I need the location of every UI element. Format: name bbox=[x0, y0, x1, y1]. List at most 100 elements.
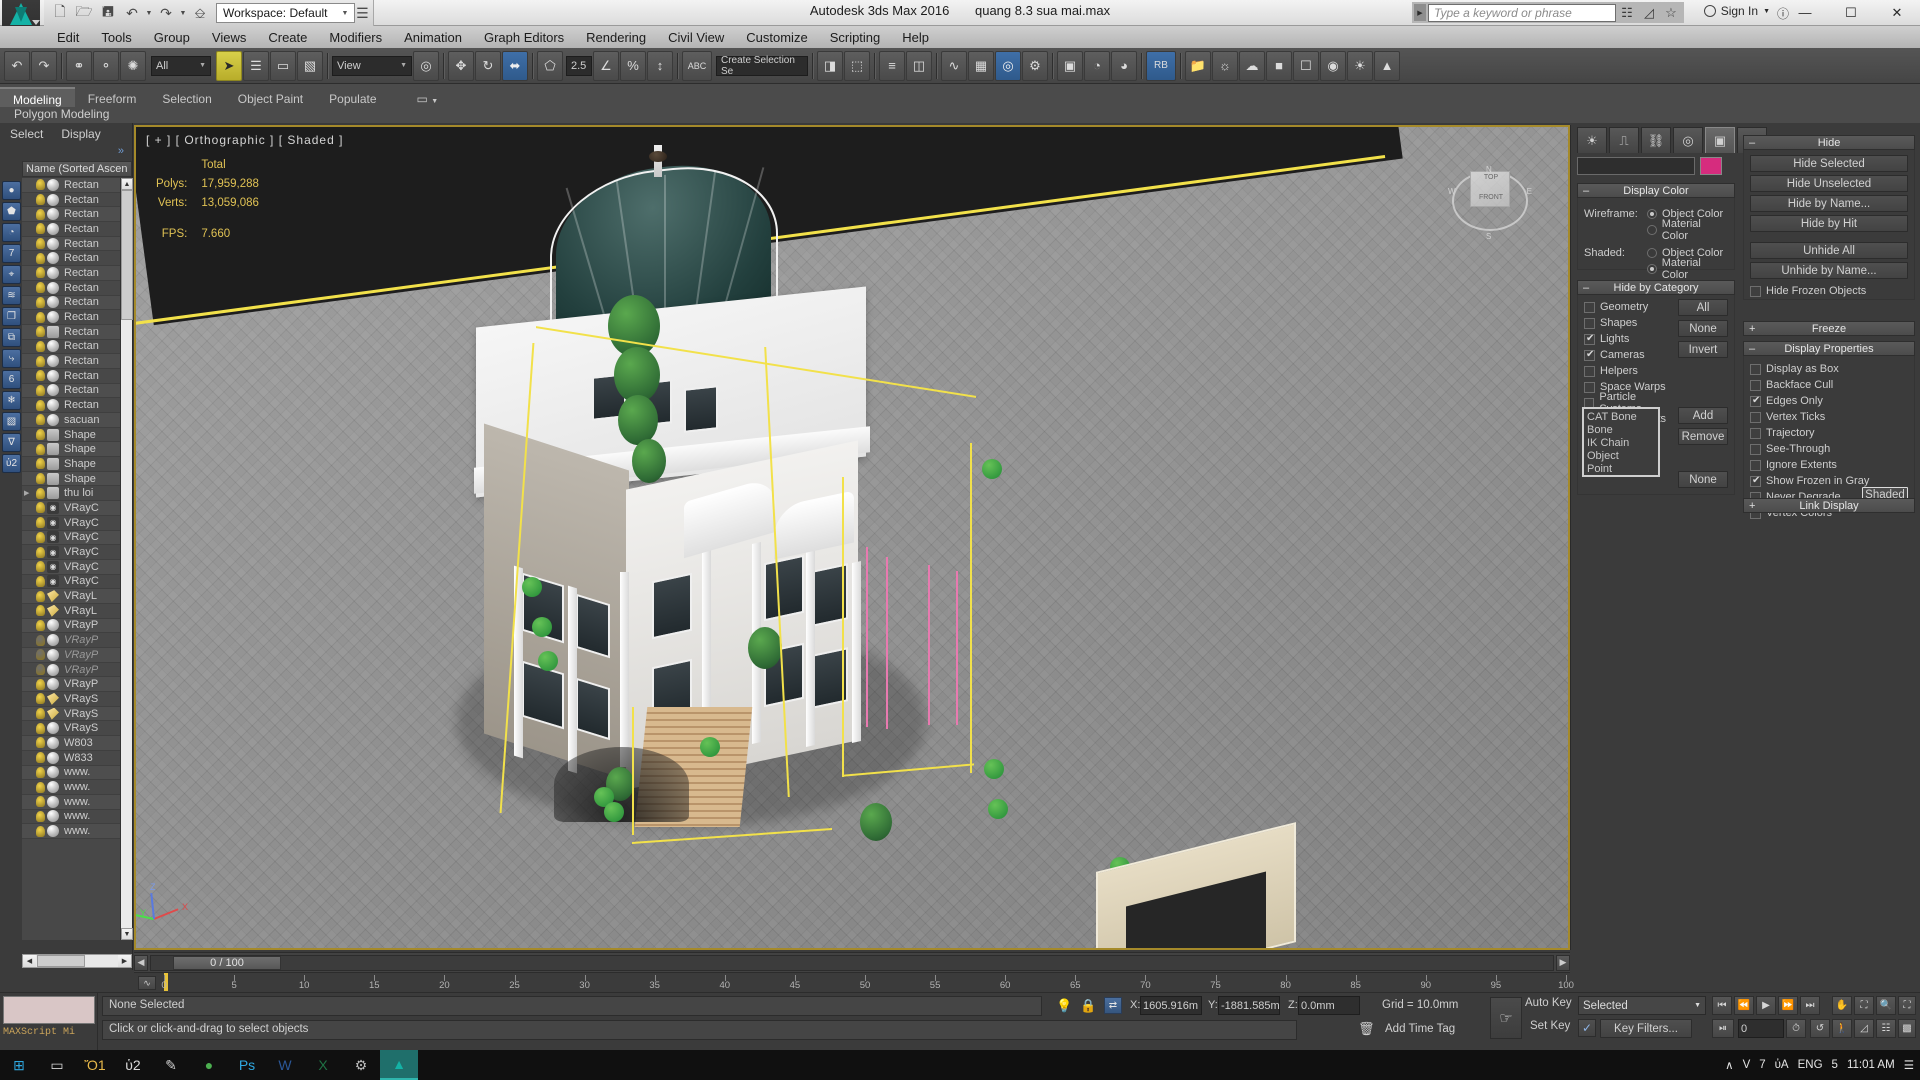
scene-object-row[interactable]: VRayP bbox=[22, 619, 120, 634]
scene-object-row[interactable]: Rectan bbox=[22, 354, 120, 369]
undo-dropdown-icon[interactable]: ▼ bbox=[144, 2, 154, 24]
create-tab[interactable]: ☀ bbox=[1577, 127, 1607, 153]
light-toggle-icon[interactable] bbox=[36, 223, 45, 234]
hide-category-row[interactable]: Shapes bbox=[1584, 315, 1676, 331]
vray-frame-buffer-icon[interactable]: ☐ bbox=[1293, 51, 1319, 81]
light-toggle-icon[interactable] bbox=[36, 649, 45, 660]
scene-object-row[interactable]: sacuan bbox=[22, 413, 120, 428]
checkbox-lights[interactable] bbox=[1584, 334, 1595, 345]
environment-icon[interactable]: ☁ bbox=[1239, 51, 1265, 81]
object-type-icon[interactable] bbox=[47, 605, 59, 617]
angle-snap-value[interactable]: 2.5 bbox=[566, 56, 592, 76]
menu-item-graph-editors[interactable]: Graph Editors bbox=[473, 28, 575, 47]
select-groups-icon[interactable]: ❐ bbox=[2, 307, 21, 326]
object-type-icon[interactable] bbox=[47, 487, 59, 499]
isolate-selection-icon[interactable]: 💡 bbox=[1056, 998, 1072, 1014]
show-hidden-icons[interactable]: ∧ bbox=[1725, 1058, 1733, 1072]
menu-item-modifiers[interactable]: Modifiers bbox=[318, 28, 393, 47]
hide-category-row[interactable]: Geometry bbox=[1584, 299, 1676, 315]
select-spacewarps-icon[interactable]: ≋ bbox=[2, 286, 21, 305]
object-type-icon[interactable] bbox=[47, 752, 59, 764]
scene-object-row[interactable]: ◉ VRayC bbox=[22, 516, 120, 531]
menu-item-animation[interactable]: Animation bbox=[393, 28, 473, 47]
collapse-icon[interactable]: – bbox=[1749, 137, 1755, 149]
workspace-overflow-icon[interactable]: ☰ bbox=[355, 2, 369, 24]
unlink-selection-icon[interactable]: ⚬ bbox=[93, 51, 119, 81]
object-type-icon[interactable] bbox=[47, 443, 59, 455]
scene-object-row[interactable]: VRayP bbox=[22, 677, 120, 692]
go-to-start-icon[interactable]: ⏮ bbox=[1712, 996, 1732, 1015]
spinner-snap-toggle-icon[interactable]: ↕ bbox=[647, 51, 673, 81]
light-toggle-icon[interactable] bbox=[36, 282, 45, 293]
object-type-icon[interactable] bbox=[47, 649, 59, 661]
object-type-icon[interactable] bbox=[47, 223, 59, 235]
hide-category-invert-button[interactable]: Invert bbox=[1678, 341, 1728, 358]
shaded-material-color-label[interactable]: Material Color bbox=[1662, 257, 1728, 281]
scene-object-row[interactable]: VRayS bbox=[22, 707, 120, 722]
object-type-icon[interactable] bbox=[47, 429, 59, 441]
viewport-label[interactable]: [ + ] [ Orthographic ] [ Shaded ] bbox=[146, 133, 343, 147]
time-slider[interactable]: ◀ 0 / 100 ▶ bbox=[134, 952, 1570, 972]
light-toggle-icon[interactable] bbox=[36, 723, 45, 734]
object-type-icon[interactable] bbox=[47, 384, 59, 396]
vray-proxy-icon[interactable]: ▲ bbox=[1374, 51, 1400, 81]
object-type-icon[interactable] bbox=[47, 781, 59, 793]
pan-view-icon[interactable]: ✋ bbox=[1832, 996, 1852, 1015]
menu-item-civil-view[interactable]: Civil View bbox=[657, 28, 735, 47]
file-explorer-icon[interactable]: Ὄ1 bbox=[76, 1050, 114, 1080]
bone-list-add-button[interactable]: Add bbox=[1678, 407, 1728, 424]
settings-icon[interactable]: ⚙ bbox=[342, 1050, 380, 1080]
display-tab[interactable]: ▣ bbox=[1705, 127, 1735, 153]
antivirus-icon[interactable]: V bbox=[1743, 1059, 1751, 1071]
next-key-icon[interactable]: ⏩ bbox=[1778, 996, 1798, 1015]
scene-object-row[interactable]: ◉ VRayC bbox=[22, 560, 120, 575]
light-toggle-icon[interactable] bbox=[36, 591, 45, 602]
key-filters-button[interactable]: Key Filters... bbox=[1600, 1019, 1692, 1038]
scene-object-row[interactable]: Rectan bbox=[22, 222, 120, 237]
light-toggle-icon[interactable] bbox=[36, 796, 45, 807]
start-button-icon[interactable]: ⊞ bbox=[0, 1050, 38, 1080]
light-toggle-icon[interactable] bbox=[36, 488, 45, 499]
light-toggle-icon[interactable] bbox=[36, 385, 45, 396]
search-input[interactable]: Type a keyword or phrase bbox=[1428, 4, 1616, 22]
scene-object-row[interactable]: Rectan bbox=[22, 296, 120, 311]
light-toggle-icon[interactable] bbox=[36, 238, 45, 249]
light-toggle-icon[interactable] bbox=[36, 341, 45, 352]
freeze-header[interactable]: + Freeze bbox=[1743, 321, 1915, 336]
light-toggle-icon[interactable] bbox=[36, 400, 45, 411]
display-property-row[interactable]: Display as Box bbox=[1750, 361, 1908, 377]
hide-category-all-button[interactable]: All bbox=[1678, 299, 1728, 316]
scene-object-row[interactable]: W833 bbox=[22, 751, 120, 766]
scene-explorer-list[interactable]: Rectan Rectan Rectan Rectan Rectan Rectan Rect… bbox=[22, 178, 120, 940]
select-bones-icon[interactable]: ⤷ bbox=[2, 349, 21, 368]
scene-object-row[interactable]: Shape bbox=[22, 472, 120, 487]
task-view-icon[interactable]: ▭ bbox=[38, 1050, 76, 1080]
set-key-button[interactable]: Set Key bbox=[1530, 1020, 1570, 1032]
scene-object-row[interactable]: Rectan bbox=[22, 384, 120, 399]
light-toggle-icon[interactable] bbox=[36, 605, 45, 616]
light-toggle-icon[interactable] bbox=[36, 429, 45, 440]
scene-explorer-icon[interactable]: ◫ bbox=[906, 51, 932, 81]
select-and-link-icon[interactable]: ⚭ bbox=[66, 51, 92, 81]
tab-select[interactable]: Select bbox=[10, 127, 43, 141]
mirror-icon[interactable]: ◨ bbox=[817, 51, 843, 81]
checkbox-space-warps[interactable] bbox=[1584, 382, 1595, 393]
hierarchy-tab[interactable]: ⛓ bbox=[1641, 127, 1671, 153]
object-type-icon[interactable] bbox=[47, 634, 59, 646]
select-containers-icon[interactable]: ὎6 bbox=[2, 370, 21, 389]
material-editor-icon[interactable]: ◎ bbox=[995, 51, 1021, 81]
project-folder-icon[interactable]: 📁 bbox=[1185, 51, 1211, 81]
object-type-icon[interactable] bbox=[47, 825, 59, 837]
light-toggle-icon[interactable] bbox=[36, 326, 45, 337]
hide-hide-unselected-button[interactable]: Hide Unselected bbox=[1750, 175, 1908, 192]
hide-header[interactable]: – Hide bbox=[1743, 135, 1915, 150]
object-type-icon[interactable] bbox=[47, 414, 59, 426]
scene-object-row[interactable]: Rectan bbox=[22, 251, 120, 266]
select-and-move-icon[interactable]: ✥ bbox=[448, 51, 474, 81]
object-color-swatch[interactable] bbox=[1700, 157, 1722, 175]
field-of-view-icon[interactable]: ◿ bbox=[1854, 1019, 1874, 1038]
checkbox-hide-frozen-objects[interactable] bbox=[1750, 286, 1761, 297]
track-bar[interactable]: ∿ 0 5 10 15 20 25 30 35 40 45 50 55 60 65 70 75 80 85 90 95… bbox=[134, 972, 1570, 992]
checkbox-backface-cull[interactable] bbox=[1750, 380, 1761, 391]
wireframe-material-color-label[interactable]: Material Color bbox=[1662, 218, 1728, 242]
